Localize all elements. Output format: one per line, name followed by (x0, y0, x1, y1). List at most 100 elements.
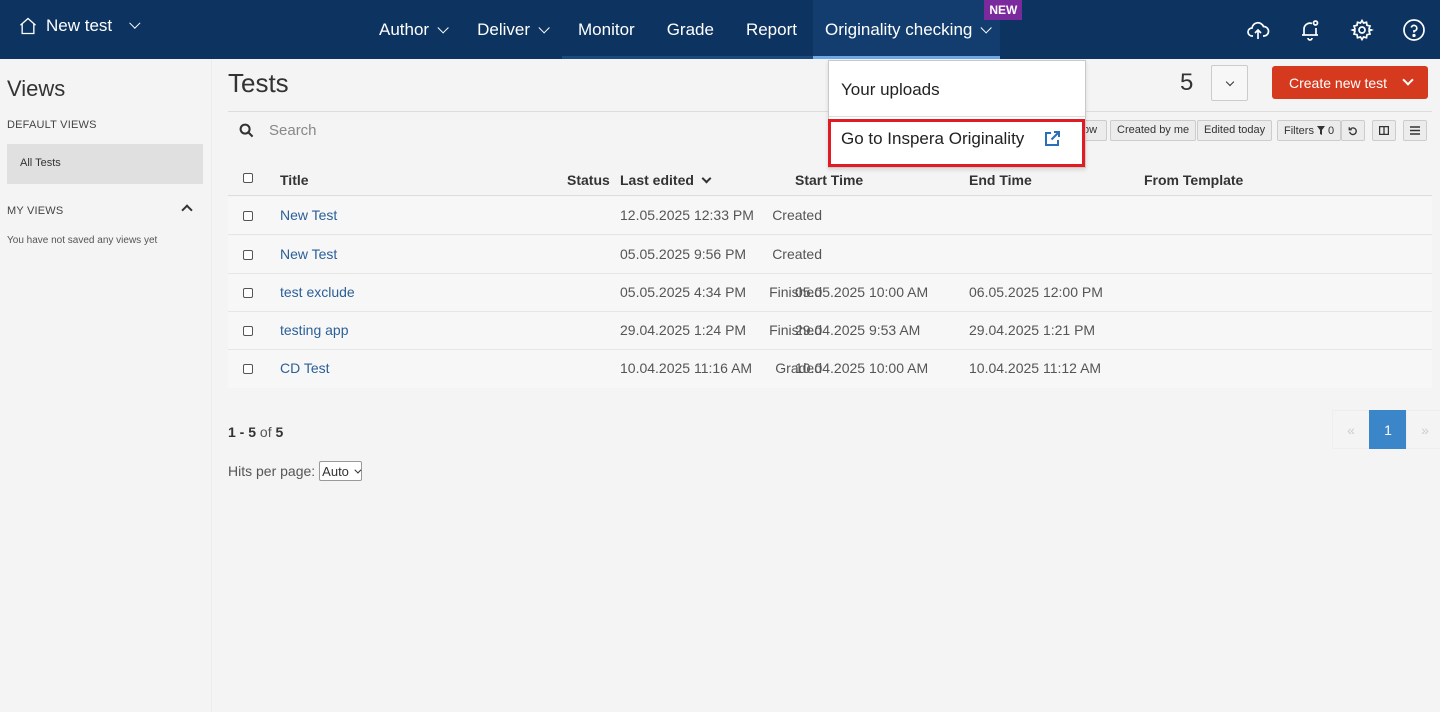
row-end-time: 29.04.2025 1:21 PM (969, 322, 1096, 338)
hits-label: Hits per page: (228, 463, 316, 479)
nav-author[interactable]: Author (363, 0, 461, 59)
row-checkbox[interactable] (243, 364, 253, 374)
hamburger-icon (1410, 126, 1420, 135)
row-checkbox[interactable] (243, 326, 253, 336)
range-total: 5 (275, 424, 284, 440)
project-title: New test (46, 16, 113, 35)
chevron-down-icon (129, 17, 141, 29)
table-header: Title Status Last edited Start Time End … (228, 165, 1432, 196)
row-last-edited: 12.05.2025 12:33 PM (620, 207, 754, 223)
menu-button[interactable] (1403, 120, 1427, 141)
default-views-heading: DEFAULT VIEWS (7, 119, 97, 131)
col-title[interactable]: Title (280, 172, 309, 188)
table-row[interactable]: CD Test Graded 10.04.2025 11:16 AM 10.04… (228, 350, 1432, 388)
row-title-link[interactable]: testing app (280, 322, 349, 338)
row-last-edited: 29.04.2025 1:24 PM (620, 322, 747, 338)
col-end-time[interactable]: End Time (969, 172, 1032, 188)
nav-originality-checking[interactable]: Originality checking NEW (812, 0, 1023, 59)
pagination-page-1[interactable]: 1 (1369, 410, 1407, 449)
columns-button[interactable] (1372, 120, 1396, 141)
menu-divider (829, 116, 1085, 117)
my-views-empty-text: You have not saved any views yet (7, 235, 158, 246)
new-badge: NEW (984, 0, 1023, 20)
chevron-down-icon (437, 21, 449, 34)
filter-chip-created-by-me[interactable]: Created by me (1110, 120, 1197, 141)
row-title-link[interactable]: test exclude (280, 284, 355, 300)
range-from-to: 1 - 5 (228, 424, 257, 440)
top-icons (1246, 18, 1426, 42)
project-menu[interactable]: New test (18, 16, 141, 36)
col-last-edited-label: Last edited (620, 172, 694, 188)
row-checkbox[interactable] (243, 288, 253, 298)
row-status: Created (772, 207, 822, 223)
search-input[interactable]: Search (269, 122, 317, 139)
hits-per-page: Hits per page: Auto (228, 461, 362, 481)
table-row[interactable]: New Test Created 12.05.2025 12:33 PM (228, 197, 1432, 235)
highlight-box (828, 119, 1085, 167)
create-new-test-label: Create new test (1289, 74, 1388, 91)
row-end-time: 06.05.2025 12:00 PM (969, 284, 1103, 300)
reset-button[interactable] (1341, 120, 1365, 141)
filters-label: Filters (1284, 124, 1314, 137)
row-title-link[interactable]: CD Test (280, 360, 330, 376)
nav-grade-label: Grade (666, 19, 714, 39)
nav-report[interactable]: Report (729, 0, 813, 59)
row-last-edited: 05.05.2025 4:34 PM (620, 284, 747, 300)
col-status[interactable]: Status (567, 172, 610, 188)
nav-monitor[interactable]: Monitor (562, 0, 651, 59)
bell-icon[interactable] (1298, 18, 1322, 42)
filters-count: 0 (1327, 124, 1335, 137)
row-start-time: 05.05.2025 10:00 AM (795, 284, 929, 300)
originality-dropdown-menu: Your uploads Go to Inspera Originality (828, 60, 1086, 168)
row-last-edited: 10.04.2025 11:16 AM (620, 360, 753, 376)
nav-monitor-label: Monitor (578, 19, 635, 39)
nav-grade[interactable]: Grade (650, 0, 731, 59)
range-of: of (259, 424, 272, 440)
col-start-time[interactable]: Start Time (795, 172, 863, 188)
row-title-link[interactable]: New Test (280, 246, 337, 262)
hits-per-page-select[interactable]: Auto (319, 461, 362, 481)
my-views-heading: MY VIEWS (7, 205, 64, 217)
columns-icon (1379, 126, 1389, 135)
table-row[interactable]: test exclude Finished 05.05.2025 4:34 PM… (228, 274, 1432, 312)
top-navigation-bar: New test Author Deliver Monitor Grade Re… (0, 0, 1440, 59)
home-icon (20, 17, 36, 35)
row-end-time: 10.04.2025 11:12 AM (969, 360, 1102, 376)
nav-report-label: Report (745, 19, 797, 39)
col-last-edited[interactable]: Last edited (620, 172, 712, 188)
row-last-edited: 05.05.2025 9:56 PM (620, 246, 747, 262)
row-start-time: 29.04.2025 9:53 AM (795, 322, 921, 338)
cloud-upload-icon[interactable] (1246, 18, 1270, 42)
nav-deliver-label: Deliver (477, 19, 530, 39)
table-row[interactable]: New Test Created 05.05.2025 9:56 PM (228, 236, 1432, 274)
sidebar-title: Views (7, 76, 66, 101)
views-sidebar: Views DEFAULT VIEWS All Tests MY VIEWS Y… (0, 59, 212, 712)
count-dropdown-button[interactable] (1211, 65, 1248, 101)
test-count: 5 (1180, 69, 1194, 96)
create-new-test-button[interactable]: Create new test (1272, 66, 1428, 99)
sidebar-item-all-tests[interactable]: All Tests (7, 144, 203, 184)
table-row[interactable]: testing app Finished 29.04.2025 1:24 PM … (228, 312, 1432, 350)
gear-icon[interactable] (1350, 18, 1374, 42)
menu-item-your-uploads[interactable]: Your uploads (841, 80, 940, 100)
filters-button[interactable]: Filters 0 (1277, 120, 1342, 141)
chevron-down-icon (354, 466, 362, 474)
row-checkbox[interactable] (243, 250, 253, 260)
page-title: Tests (228, 68, 289, 98)
sort-desc-icon (701, 173, 712, 184)
funnel-icon (1316, 126, 1325, 135)
chevron-down-icon (538, 21, 550, 34)
nav-author-label: Author (379, 19, 430, 39)
row-title-link[interactable]: New Test (280, 207, 337, 223)
pagination-prev[interactable]: « (1332, 410, 1370, 449)
row-checkbox[interactable] (243, 211, 253, 221)
col-from-template[interactable]: From Template (1144, 172, 1243, 188)
filter-chip-edited-today[interactable]: Edited today (1197, 120, 1273, 141)
chevron-up-icon[interactable] (181, 204, 193, 216)
pagination-next[interactable]: » (1406, 410, 1440, 449)
chevron-down-icon (1402, 74, 1414, 86)
nav-originality-label: Originality checking (824, 19, 973, 39)
nav-deliver[interactable]: Deliver (461, 0, 562, 59)
select-all-checkbox[interactable] (243, 173, 253, 183)
help-icon[interactable] (1402, 18, 1426, 42)
